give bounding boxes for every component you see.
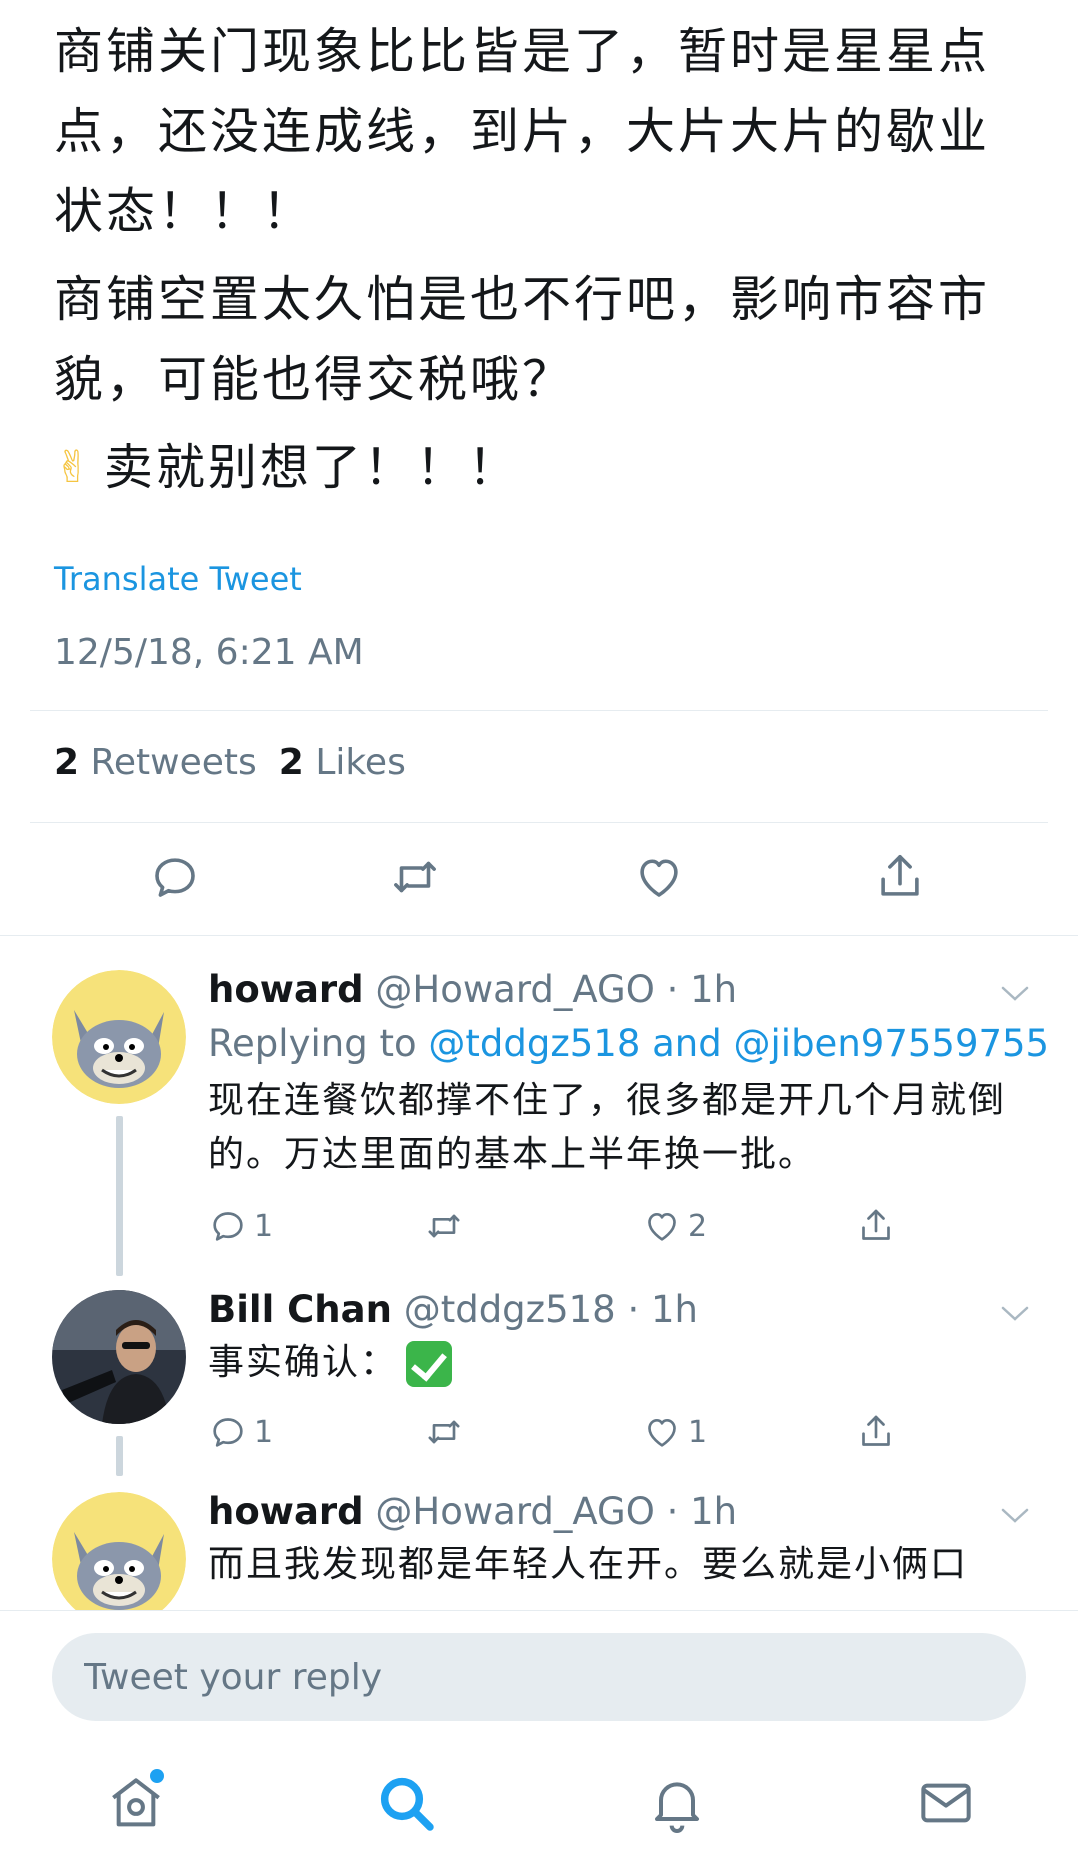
reply-icon — [213, 1212, 243, 1241]
chevron-down-icon[interactable] — [1000, 984, 1030, 1004]
retweet-button[interactable] — [424, 1204, 464, 1248]
reply-count: 1 — [254, 1208, 274, 1244]
check-mark-emoji-icon — [406, 1341, 453, 1387]
retweet-icon — [428, 1214, 460, 1238]
like-count: 2 — [688, 1208, 708, 1244]
tweet-timestamp: 12/5/18, 6:21 AM — [54, 632, 364, 673]
tweet-paragraph: 商铺关门现象比比皆是了，暂时是星星点点，还没连成线，到片，大片大片的歇业状态！！… — [54, 23, 991, 240]
replying-prefix: Replying to — [208, 1022, 429, 1065]
reply-author-name[interactable]: howard — [208, 1490, 364, 1533]
tweet-paragraph: 商铺空置太久怕是也不行吧，影响市容市貌，可能也得交税哦？ — [54, 271, 991, 408]
like-icon — [648, 1419, 676, 1447]
reply-header: howard @Howard_AGO · 1h — [208, 1490, 737, 1533]
likes-label: Likes — [315, 742, 406, 783]
divider — [0, 935, 1078, 936]
reply-author-name[interactable]: howard — [208, 968, 364, 1011]
share-button[interactable] — [856, 1410, 896, 1454]
bottom-tab-bar — [0, 1763, 1078, 1863]
reply-text: 事实确认： — [208, 1342, 399, 1383]
like-icon — [648, 1213, 676, 1241]
retweet-icon — [428, 1420, 460, 1444]
cartoon-cat-avatar[interactable] — [52, 970, 186, 1104]
peace-hand-emoji-icon: ✌ — [54, 442, 94, 493]
tweet-reply-input[interactable] — [52, 1633, 1026, 1721]
tweet-paragraph-with-emoji: ✌ 卖就别想了！！！ — [54, 428, 1034, 508]
tweet-paragraph: 卖就别想了！！！ — [103, 439, 520, 496]
reply-author-handle: @tddgz518 · 1h — [403, 1288, 698, 1331]
retweet-icon[interactable] — [388, 850, 442, 904]
reply-text: 而且我发现都是年轻人在开。要么就是小俩口 — [208, 1544, 969, 1585]
divider — [30, 822, 1048, 823]
mention-link[interactable]: @jiben97559755 — [734, 1022, 1050, 1065]
share-icon[interactable] — [873, 850, 927, 904]
reply-button[interactable]: 1 — [208, 1410, 273, 1454]
share-icon — [862, 1209, 890, 1240]
notifications-icon[interactable] — [645, 1771, 709, 1835]
tweet-stats: 2 Retweets 2 Likes — [54, 742, 406, 783]
like-button[interactable]: 2 — [642, 1204, 707, 1248]
chevron-down-icon[interactable] — [1000, 1506, 1030, 1526]
reply-author-handle: @Howard_AGO · 1h — [375, 1490, 738, 1533]
retweet-button[interactable] — [424, 1410, 464, 1454]
retweets-label: Retweets — [90, 742, 257, 783]
cartoon-cat-avatar[interactable] — [52, 1492, 186, 1610]
like-count: 1 — [688, 1414, 708, 1450]
reply-icon — [213, 1418, 243, 1447]
reply-icon[interactable] — [148, 850, 202, 904]
tweet-action-bar — [0, 850, 1078, 910]
reply-author-name[interactable]: Bill Chan — [208, 1288, 392, 1331]
notification-dot — [150, 1769, 164, 1783]
messages-icon[interactable] — [914, 1771, 978, 1835]
tweet-body: 商铺关门现象比比皆是了，暂时是星星点点，还没连成线，到片，大片大片的歇业状态！！… — [54, 12, 1034, 516]
reply-count: 1 — [254, 1414, 274, 1450]
search-icon[interactable] — [374, 1771, 438, 1835]
share-icon — [862, 1415, 890, 1446]
likes-count: 2 — [278, 742, 304, 783]
mention-link[interactable]: @tddgz518 — [428, 1022, 640, 1065]
share-button[interactable] — [856, 1204, 896, 1248]
replying-to: Replying to @tddgz518 and @jiben97559755 — [208, 1022, 1049, 1065]
reply-tweet[interactable]: howard @Howard_AGO · 1h 而且我发现都是年轻人在开。要么就… — [0, 1474, 1078, 1610]
translate-tweet-link[interactable]: Translate Tweet — [54, 560, 302, 598]
reply-text: 现在连餐饮都撑不住了，很多都是开几个月就倒的。万达里面的基本上半年换一批。 — [208, 1080, 1007, 1175]
reply-text-row: 事实确认： — [208, 1336, 1028, 1390]
divider — [30, 710, 1048, 711]
reply-action-bar: 1 1 — [0, 1410, 1078, 1454]
reply-action-bar: 1 2 — [0, 1204, 1078, 1248]
like-button[interactable]: 1 — [642, 1410, 707, 1454]
reply-header: Bill Chan @tddgz518 · 1h — [208, 1288, 698, 1331]
retweets-stat[interactable]: 2 Retweets — [54, 742, 257, 783]
reply-author-handle: @Howard_AGO · 1h — [375, 968, 738, 1011]
chevron-down-icon[interactable] — [1000, 1304, 1030, 1324]
reply-button[interactable]: 1 — [208, 1204, 273, 1248]
reply-header: howard @Howard_AGO · 1h — [208, 968, 737, 1011]
like-icon[interactable] — [632, 850, 686, 904]
man-photo-avatar[interactable] — [52, 1290, 186, 1424]
retweets-count: 2 — [54, 742, 80, 783]
likes-stat[interactable]: 2 Likes — [279, 742, 406, 783]
reply-composer-bar — [0, 1610, 1078, 1868]
thread-line — [116, 1116, 123, 1276]
replying-and: and — [640, 1022, 734, 1065]
